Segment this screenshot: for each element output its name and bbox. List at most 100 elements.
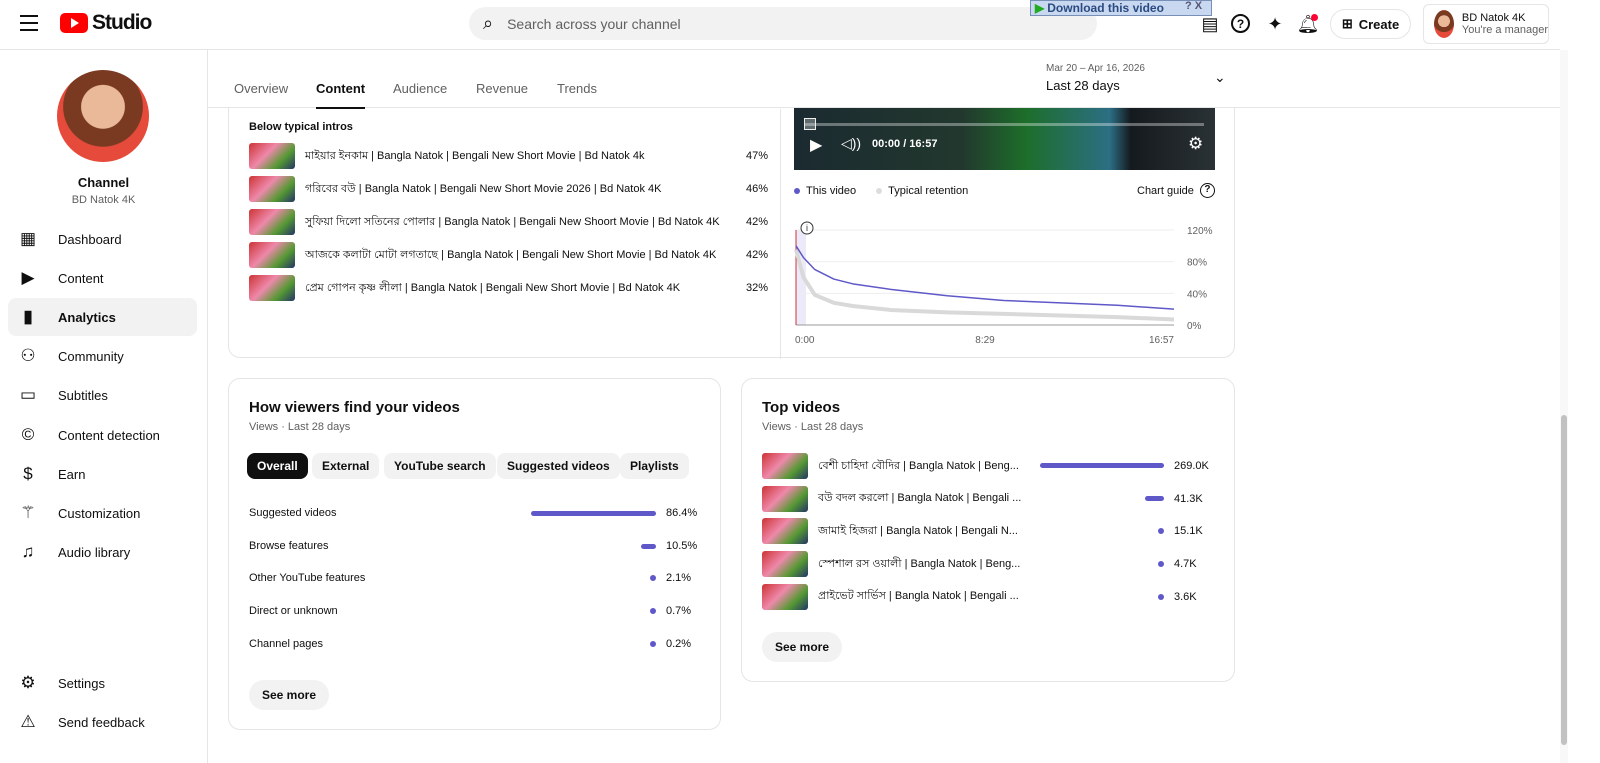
- content-icon: ▶: [21, 268, 35, 287]
- see-more-button[interactable]: See more: [249, 680, 330, 710]
- top-video-row[interactable]: বেশী চাহিদা বৌদির | Bangla Natok | Beng.…: [762, 453, 1022, 479]
- x-tick-label: 0:00: [795, 335, 815, 344]
- video-thumbnail: [762, 518, 808, 545]
- studio-logo[interactable]: Studio: [60, 11, 152, 35]
- sidebar-item-customization[interactable]: ⚚ Customization: [8, 494, 197, 532]
- volume-icon[interactable]: ◁)): [841, 135, 861, 152]
- card-subtitle: Views · Last 28 days: [249, 421, 351, 433]
- intro-percent: 46%: [746, 183, 769, 195]
- notifications-bell-icon[interactable]: 🔔︎: [1296, 12, 1320, 36]
- sidebar-item-content[interactable]: ▶ Content: [8, 259, 197, 297]
- sidebar-item-community[interactable]: ⚇ Community: [8, 337, 197, 375]
- play-icon: ▶: [1035, 1, 1045, 15]
- community-icon: ⚇: [20, 346, 36, 365]
- card-title: Top videos: [762, 399, 841, 416]
- chip-playlists[interactable]: Playlists: [620, 453, 689, 479]
- traffic-source-label: Other YouTube features: [249, 572, 366, 585]
- sidebar-item-content-detection[interactable]: © Content detection: [8, 416, 197, 454]
- sidebar-item-earn[interactable]: $ Earn: [8, 455, 197, 493]
- menu-icon[interactable]: [20, 15, 38, 31]
- youtube-logo-icon: [60, 13, 88, 33]
- views-value: 269.0K: [1174, 460, 1209, 472]
- divider: [780, 109, 781, 359]
- intros-heading: Below typical intros: [249, 121, 353, 133]
- intro-video-row[interactable]: আজকে কলাটা মোটা লগতাছে | Bangla Natok | …: [249, 242, 769, 268]
- avatar: [1434, 10, 1454, 38]
- legend-swatch: [794, 188, 800, 194]
- feedback-chat-icon[interactable]: ▤: [1198, 12, 1222, 36]
- scrollbar[interactable]: [1560, 50, 1568, 763]
- date-range-picker[interactable]: Mar 20 – Apr 16, 2026 Last 28 days ⌄: [1046, 63, 1236, 93]
- seek-bar[interactable]: [804, 123, 1204, 126]
- intro-video-row[interactable]: মাইয়ার ইনকাম | Bangla Natok | Bengali N…: [249, 143, 769, 169]
- tab-audience[interactable]: Audience: [393, 81, 447, 96]
- intro-percent: 42%: [746, 249, 769, 261]
- help-icon[interactable]: ?: [1231, 14, 1250, 33]
- traffic-bar: [640, 543, 656, 549]
- tab-revenue[interactable]: Revenue: [476, 81, 528, 96]
- sidebar-item-dashboard[interactable]: ▦ Dashboard: [8, 220, 197, 258]
- seek-handle[interactable]: [804, 118, 816, 130]
- tab-trends[interactable]: Trends: [557, 81, 597, 96]
- video-add-icon: ⊞: [1341, 16, 1353, 31]
- top-video-row[interactable]: বউ বদল করলো | Bangla Natok | Bengali ...: [762, 485, 1022, 512]
- video-thumbnail: [249, 209, 295, 235]
- sidebar-item-send-feedback[interactable]: ⚠ Send feedback: [8, 703, 197, 741]
- traffic-source-label: Direct or unknown: [249, 605, 338, 618]
- sidebar-item-settings[interactable]: ⚙ Settings: [8, 664, 197, 702]
- chip-overall[interactable]: Overall: [247, 453, 308, 479]
- download-help-button[interactable]: ?: [1185, 0, 1192, 12]
- info-icon: i: [806, 223, 808, 233]
- views-bar: [1158, 561, 1164, 568]
- chip-youtube-search[interactable]: YouTube search: [384, 453, 496, 479]
- chip-suggested-videos[interactable]: Suggested videos: [497, 453, 620, 479]
- account-switcher[interactable]: BD Natok 4K You're a manager: [1423, 4, 1549, 44]
- feedback-icon: ⚠: [20, 712, 36, 731]
- channel-avatar[interactable]: [57, 70, 149, 162]
- traffic-sources-card: How viewers find your videos Views · Las…: [228, 378, 721, 730]
- scrollbar-thumb[interactable]: [1561, 415, 1567, 745]
- top-video-row[interactable]: স্পেশাল রস ওয়ালী | Bangla Natok | Beng.…: [762, 551, 1022, 578]
- see-more-button[interactable]: See more: [762, 632, 843, 662]
- search-input[interactable]: ⌕ Search across your channel: [469, 7, 1097, 40]
- video-thumbnail: [762, 485, 808, 512]
- chart-guide-button[interactable]: Chart guide?: [1137, 183, 1215, 198]
- top-video-row[interactable]: প্রাইভেট সার্ভিস | Bangla Natok | Bengal…: [762, 583, 1022, 610]
- music-icon: ♫: [21, 542, 35, 561]
- y-tick-label: 0%: [1187, 321, 1202, 332]
- play-icon[interactable]: ▶: [810, 135, 822, 155]
- views-value: 41.3K: [1174, 492, 1203, 505]
- intro-percent: 42%: [746, 216, 769, 228]
- traffic-value: 10.5%: [666, 539, 698, 552]
- intro-video-row[interactable]: প্রেম গোপন কৃষ্ণ লীলা | Bangla Natok | B…: [249, 275, 769, 301]
- player-time: 00:00 / 16:57: [872, 138, 938, 150]
- intro-video-row[interactable]: গরিবের বউ | Bangla Natok | Bengali New S…: [249, 176, 769, 202]
- settings-gear-icon[interactable]: ⚙: [1188, 134, 1203, 154]
- tab-overview[interactable]: Overview: [234, 81, 288, 96]
- sidebar-item-subtitles[interactable]: ▭ Subtitles: [8, 376, 197, 414]
- tab-content[interactable]: Content: [316, 81, 366, 109]
- video-player[interactable]: ▶ ◁)) 00:00 / 16:57 ⚙: [794, 101, 1215, 170]
- download-close-button[interactable]: X: [1195, 0, 1202, 12]
- chip-external[interactable]: External: [312, 453, 380, 479]
- video-thumbnail: [249, 176, 295, 202]
- sidebar-item-analytics[interactable]: ▮ Analytics: [8, 298, 197, 336]
- top-video-row[interactable]: জামাই হিজরা | Bangla Natok | Bengali N..…: [762, 518, 1022, 545]
- retention-chart: 120% 80% 40% 0% 0:00 8:29 16:57 i: [794, 221, 1213, 344]
- traffic-bar: [531, 511, 656, 516]
- y-tick-label: 40%: [1187, 289, 1207, 300]
- chart-legend: This video Typical retention: [794, 185, 968, 197]
- search-icon: ⌕: [483, 13, 494, 33]
- help-icon: ?: [1199, 183, 1215, 198]
- series-line-typical-retention: [794, 249, 1175, 322]
- intro-video-row[interactable]: সুফিয়া দিলো সতিনের পোলার | Bangla Natok…: [249, 209, 769, 235]
- traffic-bar: [650, 575, 656, 582]
- create-button[interactable]: ⊞ Create: [1330, 9, 1411, 39]
- dashboard-icon: ▦: [19, 229, 37, 248]
- video-thumbnail: [249, 275, 295, 301]
- traffic-value: 2.1%: [666, 572, 692, 585]
- views-bar: [1144, 495, 1164, 501]
- sparkle-icon[interactable]: ✦: [1263, 12, 1287, 36]
- sidebar-item-audio-library[interactable]: ♫ Audio library: [8, 533, 197, 571]
- x-tick-label: 8:29: [975, 335, 995, 344]
